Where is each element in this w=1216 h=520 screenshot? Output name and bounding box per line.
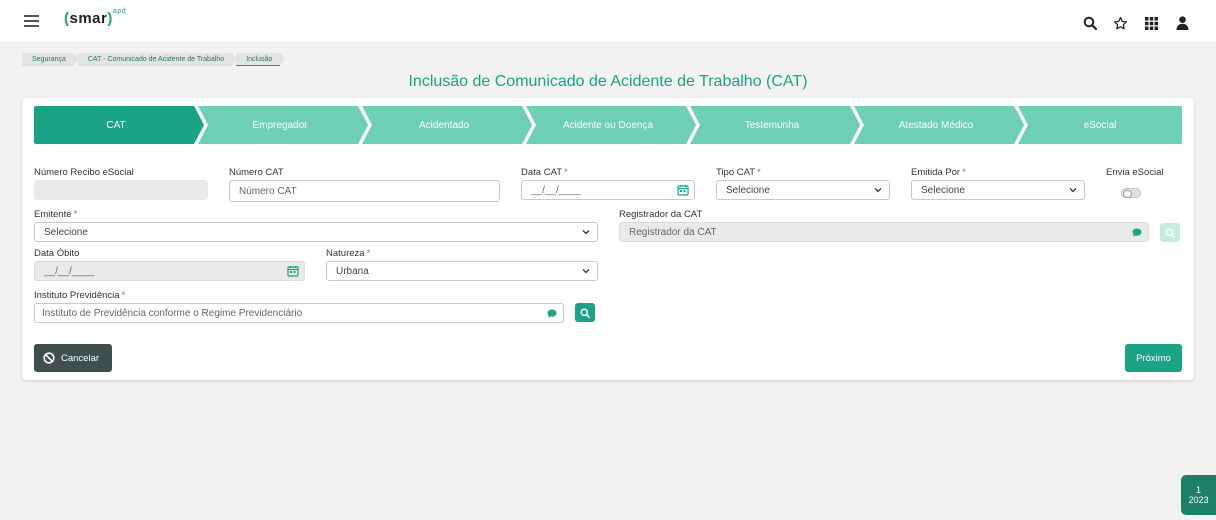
breadcrumb-seguranca[interactable]: Segurança — [22, 53, 79, 66]
next-button[interactable]: Próximo — [1125, 344, 1182, 372]
envia-esocial-toggle[interactable] — [1121, 188, 1141, 198]
breadcrumb-cat[interactable]: CAT - Comunicado de Acidente de Trabalho — [77, 53, 238, 66]
instituto-search-button[interactable] — [575, 303, 595, 322]
chevron-down-icon — [1069, 188, 1077, 193]
cancel-button[interactable]: Cancelar — [34, 344, 112, 372]
apps-grid-icon[interactable] — [1136, 15, 1167, 31]
emitente-label: Emitente * — [34, 209, 78, 220]
emitente-select[interactable]: Selecione — [34, 222, 598, 242]
star-icon[interactable] — [1105, 15, 1136, 31]
user-icon[interactable] — [1167, 15, 1198, 31]
data-obito-input: __/__/____ — [34, 261, 305, 281]
page-title: Inclusão de Comunicado de Acidente de Tr… — [408, 73, 808, 90]
cancel-icon — [43, 352, 55, 364]
top-navbar: (smar)apd — [0, 0, 1216, 42]
chat-bubble-icon — [1132, 228, 1142, 237]
step-cat[interactable]: CAT — [34, 106, 208, 144]
numero-recibo-field — [34, 180, 208, 200]
numero-cat-input[interactable]: Número CAT — [229, 180, 500, 202]
step-empregador[interactable]: Empregador — [198, 106, 372, 144]
app-logo[interactable]: (smar)apd — [64, 8, 126, 27]
registrador-input: Registrador da CAT — [619, 222, 1149, 242]
hamburger-menu-icon[interactable] — [24, 15, 39, 27]
registrador-label: Registrador da CAT — [619, 209, 703, 220]
breadcrumb-inclusao: Inclusão — [236, 53, 286, 66]
calendar-icon — [287, 266, 299, 277]
form-card: CAT Empregador Acidentado Acidente ou Do… — [22, 98, 1194, 380]
instituto-label: Instituto Previdência * — [34, 290, 126, 301]
emitida-por-label: Emitida Por * — [911, 167, 966, 178]
year-badge-line2: 2023 — [1188, 495, 1209, 505]
search-icon — [1165, 227, 1175, 238]
breadcrumb: Segurança CAT - Comunicado de Acidente d… — [22, 53, 286, 66]
calendar-icon[interactable] — [677, 184, 689, 196]
chevron-down-icon — [582, 269, 590, 274]
chevron-down-icon — [874, 188, 882, 193]
year-badge-line1: 1 — [1195, 485, 1201, 495]
year-badge[interactable]: 1 2023 — [1181, 475, 1216, 515]
instituto-input[interactable]: Instituto de Previdência conforme o Regi… — [34, 303, 564, 323]
step-acidente-doenca[interactable]: Acidente ou Doença — [526, 106, 700, 144]
step-esocial[interactable]: eSocial — [1018, 106, 1182, 144]
data-cat-input[interactable]: __/__/____ — [521, 180, 695, 200]
step-testemunha[interactable]: Testemunha — [690, 106, 864, 144]
natureza-select[interactable]: Urbana — [326, 261, 598, 281]
numero-recibo-label: Número Recibo eSocial — [34, 167, 134, 178]
data-cat-label: Data CAT * — [521, 167, 568, 178]
registrador-search-button[interactable] — [1160, 223, 1180, 242]
tipo-cat-label: Tipo CAT * — [716, 167, 761, 178]
chevron-down-icon — [582, 230, 590, 235]
numero-cat-label: Número CAT — [229, 167, 284, 178]
natureza-label: Natureza * — [326, 248, 371, 259]
search-icon — [580, 307, 590, 318]
step-atestado-medico[interactable]: Atestado Médico — [854, 106, 1028, 144]
chat-bubble-icon — [547, 309, 557, 318]
tipo-cat-select[interactable]: Selecione — [716, 180, 890, 200]
envia-esocial-label: Envia eSocial — [1106, 167, 1164, 178]
wizard-steps: CAT Empregador Acidentado Acidente ou Do… — [34, 106, 1182, 144]
search-icon[interactable] — [1074, 15, 1105, 31]
data-obito-label: Data Óbito — [34, 248, 80, 259]
emitida-por-select[interactable]: Selecione — [911, 180, 1085, 200]
cancel-button-label: Cancelar — [61, 352, 100, 364]
step-acidentado[interactable]: Acidentado — [362, 106, 536, 144]
